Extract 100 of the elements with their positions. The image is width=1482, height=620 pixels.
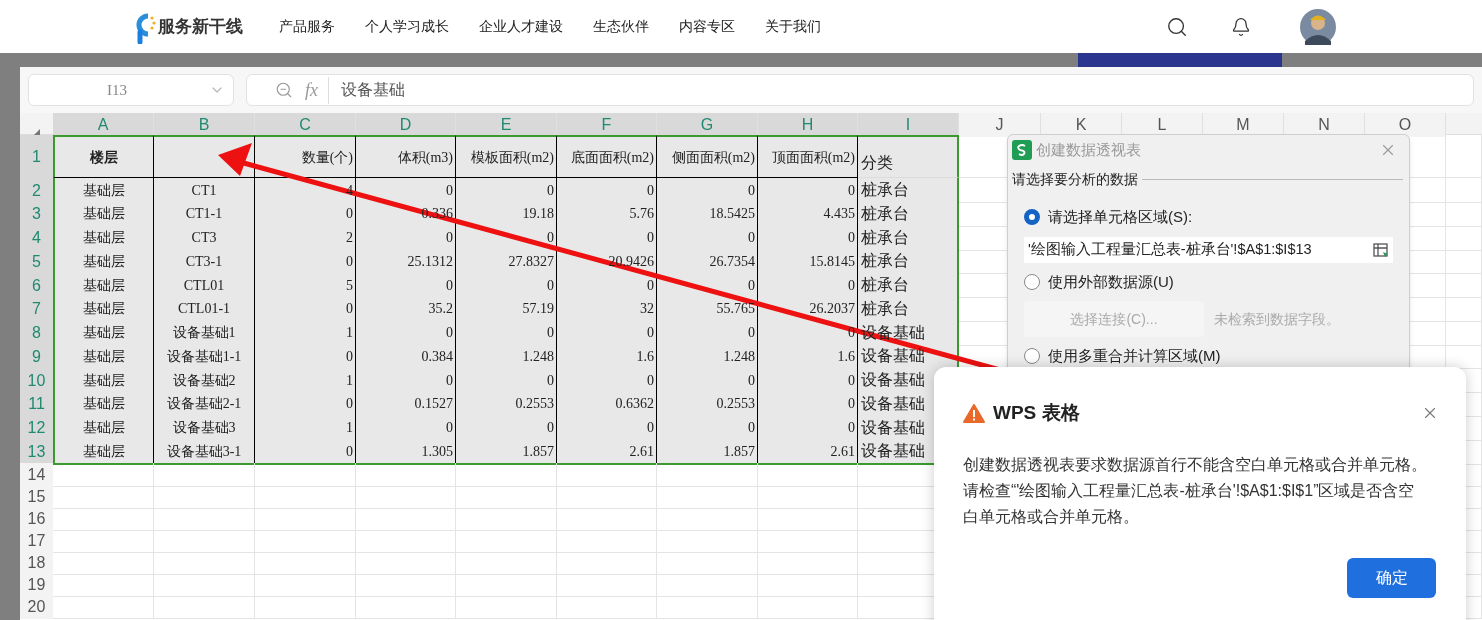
option-label: 请选择单元格区域(S):	[1048, 207, 1193, 227]
header-cell: 模板面积(m2)	[456, 135, 557, 178]
table-cell: 0	[356, 368, 456, 393]
header-cell: 侧面面积(m2)	[657, 135, 758, 178]
range-picker-icon[interactable]	[1373, 241, 1389, 258]
table-cell: 0	[657, 368, 758, 393]
table-cell: 基础层	[53, 249, 154, 275]
table-cell: 1.6	[758, 344, 858, 370]
table-cell: 0	[657, 178, 758, 203]
table-cell: 0	[557, 368, 657, 393]
table-cell: 35.2	[356, 296, 456, 322]
nav-link[interactable]: 关于我们	[765, 16, 821, 37]
nav-link[interactable]: 产品服务	[279, 16, 335, 37]
column-header[interactable]: N	[1318, 113, 1330, 137]
column-header[interactable]: L	[1157, 113, 1167, 137]
table-cell: 桩承台	[858, 296, 959, 322]
table-cell: 0.6362	[557, 391, 657, 417]
table-cell: CT1	[154, 178, 255, 203]
empty-cell	[1446, 201, 1482, 227]
avatar[interactable]	[1300, 8, 1336, 45]
table-cell: 0.384	[356, 344, 456, 370]
column-header[interactable]: J	[995, 113, 1004, 137]
alert-message: 创建数据透视表要求数据源首行不能含空白单元格或合并单元格。请检查“'绘图输入工程量汇总表-桩承台'!$A$1:$I$1”区域是否含空白单元格或合并单元格。	[963, 454, 1428, 527]
table-cell: 基础层	[53, 344, 154, 370]
column-header[interactable]: O	[1398, 113, 1412, 137]
table-cell: 0.2553	[456, 391, 557, 417]
nav-link[interactable]: 内容专区	[679, 16, 735, 37]
column-header[interactable]: C	[299, 113, 311, 137]
table-cell: 0	[356, 273, 456, 298]
column-header[interactable]: M	[1236, 113, 1250, 137]
table-cell: 57.19	[456, 296, 557, 322]
table-cell: 1.305	[356, 439, 456, 466]
nav-link[interactable]: 企业人才建设	[479, 16, 563, 37]
table-cell: 设备基础3-1	[154, 439, 255, 466]
table-cell: 设备基础2	[154, 368, 255, 393]
column-header[interactable]: K	[1075, 113, 1087, 137]
empty-cell	[1446, 178, 1482, 203]
section-title: 请选择要分析的数据	[1012, 170, 1138, 189]
table-cell: 5	[255, 273, 356, 298]
zoom-out-icon[interactable]	[275, 81, 293, 99]
column-header[interactable]: H	[801, 113, 814, 137]
table-cell: 25.1312	[356, 249, 456, 275]
empty-cell	[1446, 249, 1482, 275]
formula-bar[interactable]: fx 设备基础	[246, 74, 1474, 106]
nav-link[interactable]: 生态伙伴	[593, 16, 649, 37]
table-cell: 27.8327	[456, 249, 557, 275]
table-cell: 基础层	[53, 296, 154, 322]
option-label: 使用外部数据源(U)	[1048, 271, 1174, 292]
table-cell: 2.61	[758, 439, 858, 466]
nav-link[interactable]: 个人学习成长	[365, 16, 449, 37]
radio-button[interactable]	[1024, 348, 1040, 365]
ok-button[interactable]: 确定	[1347, 557, 1436, 598]
radio-button[interactable]	[1024, 209, 1040, 226]
option-label: 使用多重合并计算区域(M)	[1048, 346, 1221, 366]
fx-label: fx	[305, 76, 329, 104]
column-header[interactable]: I	[905, 113, 911, 137]
column-header[interactable]: A	[97, 113, 109, 137]
logo-text: 服务新干线	[158, 15, 243, 38]
table-cell: 基础层	[53, 273, 154, 298]
header-cell: 分类	[858, 135, 959, 178]
table-cell: 2.61	[557, 439, 657, 466]
dialog-title: 创建数据透视表	[1036, 139, 1141, 160]
table-cell: 0	[255, 344, 356, 370]
table-cell: 0	[255, 249, 356, 275]
header-cell: 顶面面积(m2)	[758, 135, 858, 178]
row-header[interactable]: 1	[32, 144, 41, 169]
warning-icon	[963, 403, 985, 423]
table-cell: 1.248	[657, 344, 758, 370]
table-cell: 1.857	[456, 439, 557, 466]
table-cell: 0	[758, 391, 858, 417]
app-icon	[1012, 140, 1032, 160]
table-cell: 15.8145	[758, 249, 858, 275]
table-cell: 1	[255, 368, 356, 393]
table-cell: 设备基础1-1	[154, 344, 255, 370]
radio-button[interactable]	[1024, 273, 1040, 290]
table-cell: 设备基础2-1	[154, 391, 255, 417]
column-header[interactable]: G	[700, 113, 714, 137]
table-cell: CTL01	[154, 273, 255, 298]
name-box[interactable]: I13	[28, 74, 234, 106]
column-header[interactable]: B	[198, 113, 210, 137]
table-cell: 0.1527	[356, 391, 456, 417]
table-cell: 5.76	[557, 201, 657, 227]
table-cell: 18.5425	[657, 201, 758, 227]
table-cell: CT3-1	[154, 249, 255, 275]
table-cell: 0	[456, 273, 557, 298]
column-header[interactable]: E	[500, 113, 512, 137]
table-cell: 0.2553	[657, 391, 758, 417]
table-cell: CTL01-1	[154, 296, 255, 322]
column-header[interactable]: D	[399, 113, 412, 137]
table-cell: 0	[456, 368, 557, 393]
range-field[interactable]: '绘图输入工程量汇总表-桩承台'!$A$1:$I$13	[1024, 236, 1393, 263]
table-cell: 基础层	[53, 201, 154, 227]
column-header[interactable]: F	[601, 113, 612, 137]
table-cell: 0	[758, 178, 858, 203]
table-cell: 32	[557, 296, 657, 322]
table-cell: 桩承台	[858, 249, 959, 275]
table-cell: 桩承台	[858, 273, 959, 298]
table-cell: 0	[255, 201, 356, 227]
table-cell: 0	[557, 178, 657, 203]
table-cell: 0	[255, 296, 356, 322]
